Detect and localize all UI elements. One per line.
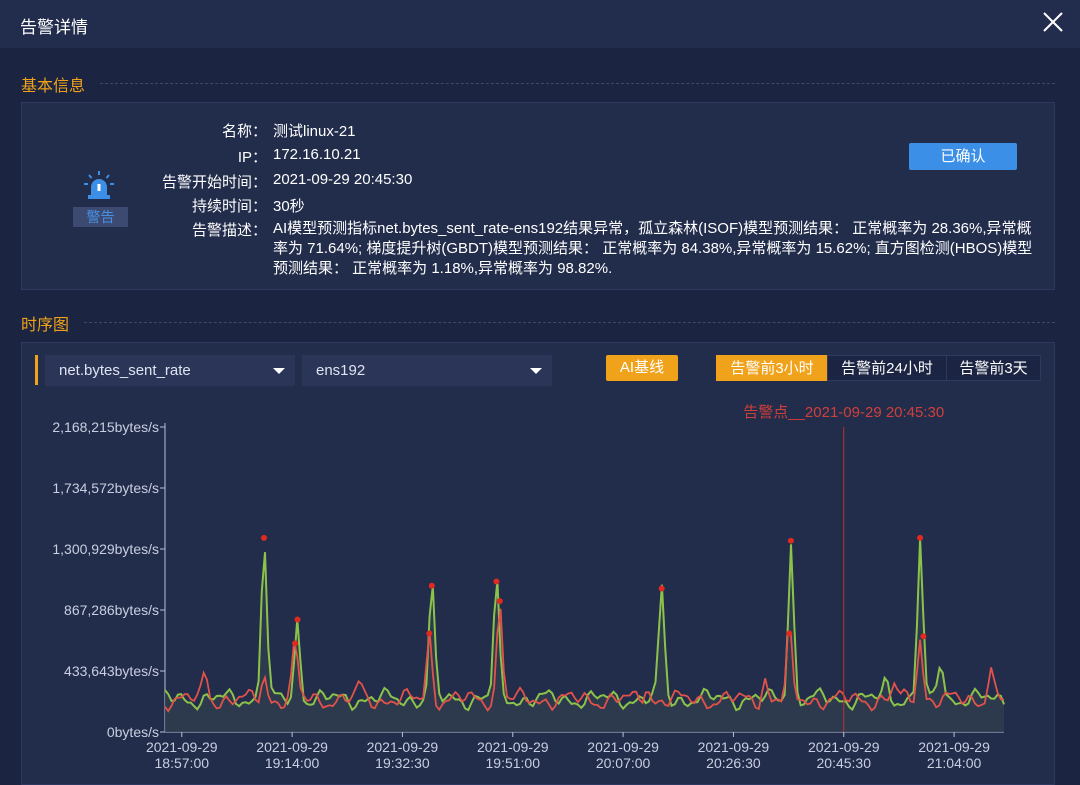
basic-info-section-title: 基本信息 (21, 78, 86, 95)
close-icon[interactable] (1040, 9, 1066, 35)
y-tick-label: 1,734,572bytes/s (52, 480, 159, 496)
chevron-down-icon (530, 368, 542, 374)
x-tick-label: 19:14:00 (265, 755, 320, 771)
x-tick-label: 20:07:00 (596, 755, 651, 771)
dialog-title: 告警详情 (20, 18, 88, 37)
anomaly-point (261, 534, 268, 541)
x-tick-label: 18:57:00 (155, 755, 210, 771)
basic-info-panel: 警告 名称： 测试linux-21 IP： 172.16.10.21 告警开始时… (21, 102, 1055, 290)
x-tick-label: 2021-09-29 (587, 739, 659, 755)
y-tick-label: 0bytes/s (107, 724, 159, 740)
y-tick-label: 2,168,215bytes/s (52, 419, 159, 435)
timeseries-panel: net.bytes_sent_rate ens192 AI基线 告警前3小时 告… (21, 342, 1055, 785)
x-tick-label: 19:32:30 (375, 755, 430, 771)
description-label: 告警描述： (191, 222, 267, 239)
anomaly-point (426, 630, 433, 637)
ip-label: IP： (237, 149, 267, 166)
x-tick-label: 2021-09-29 (918, 739, 990, 755)
x-tick-label: 2021-09-29 (146, 739, 218, 755)
alarm-marker-label: 告警点__2021-09-29 20:45:30 (743, 404, 944, 421)
dialog-titlebar: 告警详情 (0, 0, 1080, 48)
metric-select-value: net.bytes_sent_rate (59, 362, 191, 379)
start-time-value: 2021-09-29 20:45:30 (273, 171, 413, 188)
anomaly-point (493, 578, 500, 585)
ai-baseline-button[interactable]: AI基线 (606, 355, 678, 381)
x-tick-label: 2021-09-29 (808, 739, 880, 755)
anomaly-point (292, 640, 299, 647)
metric-select[interactable]: net.bytes_sent_rate (45, 355, 295, 386)
name-label: 名称： (221, 123, 267, 140)
interface-select-value: ens192 (316, 362, 366, 379)
x-tick-label: 2021-09-29 (367, 739, 439, 755)
section-divider (84, 322, 1055, 323)
anomaly-point (428, 582, 435, 589)
anomaly-point (496, 598, 503, 605)
chevron-down-icon (273, 368, 285, 374)
anomaly-point (920, 633, 927, 640)
x-tick-label: 19:51:00 (486, 755, 541, 771)
anomaly-point (787, 537, 794, 544)
y-tick-label: 867,286bytes/s (64, 602, 159, 618)
x-tick-label: 2021-09-29 (477, 739, 549, 755)
start-time-label: 告警开始时间： (161, 174, 267, 191)
duration-value: 30秒 (273, 198, 305, 215)
ip-value: 172.16.10.21 (273, 146, 361, 163)
alarm-detail-dialog: 告警详情 基本信息 警告 名称： 测试linux-21 IP： 172.16.1… (0, 0, 1080, 785)
alarm-description: AI模型预测指标net.bytes_sent_rate-ens192结果异常，孤… (273, 220, 1033, 277)
confirmed-button[interactable]: 已确认 (909, 143, 1017, 170)
severity-badge: 警告 (73, 207, 128, 227)
x-tick-label: 21:04:00 (927, 755, 982, 771)
duration-label: 持续时间： (191, 198, 267, 215)
x-tick-label: 2021-09-29 (698, 739, 770, 755)
timeseries-section-title: 时序图 (21, 317, 70, 334)
anomaly-point (917, 534, 924, 541)
y-tick-label: 433,643bytes/s (64, 663, 159, 679)
series-line-green (164, 538, 1005, 712)
name-value: 测试linux-21 (273, 123, 356, 140)
range-24h-button[interactable]: 告警前24小时 (827, 355, 947, 381)
x-tick-label: 2021-09-29 (256, 739, 328, 755)
anomaly-point (294, 616, 301, 623)
x-tick-label: 20:45:30 (817, 755, 872, 771)
y-tick-label: 1,300,929bytes/s (52, 541, 159, 557)
select-accent-bar (35, 355, 38, 385)
section-divider (100, 83, 1055, 84)
x-tick-label: 20:26:30 (706, 755, 761, 771)
range-3h-button[interactable]: 告警前3小时 (716, 355, 828, 381)
timeseries-chart: 2,168,215bytes/s 1,734,572bytes/s 1,300,92… (52, 404, 1005, 771)
anomaly-point (658, 585, 665, 592)
range-3d-button[interactable]: 告警前3天 (946, 355, 1041, 381)
anomaly-point (786, 630, 793, 637)
alarm-light-icon (84, 171, 114, 199)
interface-select[interactable]: ens192 (302, 355, 552, 386)
